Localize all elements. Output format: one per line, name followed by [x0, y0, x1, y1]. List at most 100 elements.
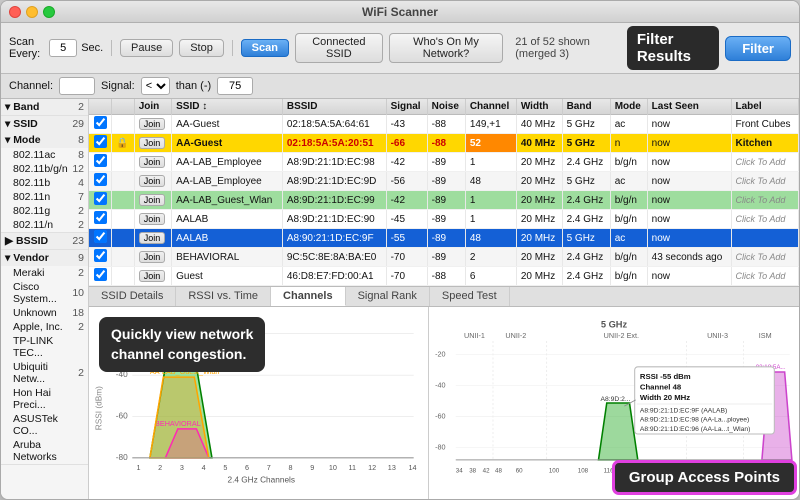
- sidebar-item-honhai[interactable]: Hon Hai Preci...: [1, 386, 88, 412]
- noise-cell: -89: [427, 172, 465, 191]
- tab-rssi-time[interactable]: RSSI vs. Time: [176, 287, 271, 306]
- close-button[interactable]: [9, 6, 21, 18]
- threshold-input[interactable]: [217, 77, 253, 95]
- tab-speed-test[interactable]: Speed Test: [430, 287, 510, 306]
- table-row: Join BEHAVIORAL 9C:5C:8E:8A:BA:E0 -70 -8…: [89, 248, 799, 267]
- lock-cell: [112, 267, 135, 286]
- sidebar-header-vendor[interactable]: ▾ Vendor 9: [1, 250, 88, 266]
- row-checkbox[interactable]: [94, 173, 107, 186]
- join-button[interactable]: Join: [139, 175, 166, 187]
- sidebar-header-mode[interactable]: ▾ Mode 8: [1, 132, 88, 148]
- sidebar-vendor-count: 9: [78, 252, 84, 264]
- connected-ssid-button[interactable]: Connected SSID: [295, 33, 383, 63]
- sidebar-item-80211g[interactable]: 802.11g 2: [1, 204, 88, 218]
- sidebar-header-band[interactable]: ▾ Band 2: [1, 99, 88, 115]
- signal-cell: -42: [386, 153, 427, 172]
- row-checkbox[interactable]: [94, 249, 107, 262]
- row-checkbox[interactable]: [94, 154, 107, 167]
- noise-cell: -89: [427, 191, 465, 210]
- item-count: 18: [72, 307, 84, 319]
- whos-on-button[interactable]: Who's On My Network?: [389, 33, 504, 63]
- ssid-cell: AALAB: [172, 229, 283, 248]
- row-checkbox[interactable]: [94, 230, 107, 243]
- sidebar-item-80211b[interactable]: 802.11b 4: [1, 176, 88, 190]
- tab-signal-rank[interactable]: Signal Rank: [346, 287, 430, 306]
- sidebar-item-aruba[interactable]: Aruba Networks: [1, 438, 88, 464]
- stop-button[interactable]: Stop: [179, 39, 224, 57]
- bssid-cell: 9C:5C:8E:8A:BA:E0: [282, 248, 386, 267]
- tab-ssid-details[interactable]: SSID Details: [89, 287, 176, 306]
- pause-button[interactable]: Pause: [120, 39, 173, 57]
- join-button[interactable]: Join: [139, 118, 166, 130]
- table-row: Join AA-LAB_Guest_Wlan A8:9D:21:1D:EC:99…: [89, 191, 799, 210]
- join-button[interactable]: Join: [139, 213, 166, 225]
- sidebar-item-ubiquiti[interactable]: Ubiquiti Netw... 2: [1, 360, 88, 386]
- minimize-button[interactable]: [26, 6, 38, 18]
- sidebar-mode-count: 8: [78, 134, 84, 146]
- sidebar-header-ssid[interactable]: ▾ SSID 29: [1, 116, 88, 132]
- filter-button[interactable]: Filter: [725, 36, 791, 61]
- lock-cell: [112, 153, 135, 172]
- sidebar-item-tplink[interactable]: TP-LINK TEC...: [1, 334, 88, 360]
- svg-text:UNII-2: UNII-2: [505, 331, 526, 340]
- join-button[interactable]: Join: [139, 251, 166, 263]
- item-count: 10: [72, 287, 84, 299]
- svg-text:-60: -60: [435, 412, 445, 421]
- lastseen-cell: now: [647, 210, 731, 229]
- lock-cell: [112, 191, 135, 210]
- maximize-button[interactable]: [43, 6, 55, 18]
- label-cell: Click To Add: [731, 248, 799, 267]
- app-window: WiFi Scanner Scan Every: Sec. Pause Stop…: [0, 0, 800, 500]
- sidebar-header-bssid[interactable]: ▶ BSSID 23: [1, 233, 88, 249]
- scan-button[interactable]: Scan: [241, 39, 289, 57]
- sec-label: Sec.: [81, 42, 103, 54]
- sidebar-item-asus[interactable]: ASUSTek CO...: [1, 412, 88, 438]
- lastseen-cell: now: [647, 229, 731, 248]
- width-cell: 20 MHz: [516, 210, 562, 229]
- width-cell: 20 MHz: [516, 153, 562, 172]
- lastseen-cell: 43 seconds ago: [647, 248, 731, 267]
- tab-channels[interactable]: Channels: [271, 287, 346, 306]
- channel-input[interactable]: [59, 77, 95, 95]
- signal-cell: -45: [386, 210, 427, 229]
- signal-select[interactable]: < >: [141, 77, 170, 95]
- join-button[interactable]: Join: [139, 270, 166, 282]
- sidebar-item-meraki[interactable]: Meraki 2: [1, 266, 88, 280]
- row-checkbox[interactable]: [94, 211, 107, 224]
- signal-cell: -55: [386, 229, 427, 248]
- svg-text:-40: -40: [435, 380, 445, 389]
- sidebar-item-80211an[interactable]: 802.11/n 2: [1, 218, 88, 232]
- row-checkbox[interactable]: [94, 135, 107, 148]
- table-row: Join AA-LAB_Employee A8:9D:21:1D:EC:98 -…: [89, 153, 799, 172]
- col-mode: Mode: [610, 99, 647, 115]
- traffic-lights: [9, 6, 55, 18]
- sidebar-item-cisco[interactable]: Cisco System... 10: [1, 280, 88, 306]
- signal-cell: -70: [386, 248, 427, 267]
- signal-cell: -70: [386, 267, 427, 286]
- sidebar-item-80211n[interactable]: 802.11n 7: [1, 190, 88, 204]
- separator-2: [232, 40, 233, 56]
- title-bar: WiFi Scanner: [1, 1, 799, 23]
- join-button[interactable]: Join: [139, 194, 166, 206]
- svg-text:4: 4: [202, 463, 206, 472]
- sidebar-item-apple[interactable]: Apple, Inc. 2: [1, 320, 88, 334]
- row-checkbox[interactable]: [94, 268, 107, 281]
- mode-cell: b/g/n: [610, 210, 647, 229]
- join-button[interactable]: Join: [139, 137, 166, 149]
- bssid-cell: 46:D8:E7:FD:00:A1: [282, 267, 386, 286]
- sidebar-item-80211bgn[interactable]: 802.11b/g/n 12: [1, 162, 88, 176]
- sidebar-item-80211ac[interactable]: 802.11ac 8: [1, 148, 88, 162]
- join-button[interactable]: Join: [139, 232, 166, 244]
- row-checkbox[interactable]: [94, 192, 107, 205]
- svg-text:9: 9: [310, 463, 314, 472]
- bssid-cell: A8:9D:21:1D:EC:98: [282, 153, 386, 172]
- bssid-cell: A8:9D:21:1D:EC:9D: [282, 172, 386, 191]
- sidebar-item-unknown[interactable]: Unknown 18: [1, 306, 88, 320]
- join-button[interactable]: Join: [139, 156, 166, 168]
- sidebar-band-count: 2: [78, 101, 84, 113]
- scan-every-input[interactable]: [49, 39, 77, 57]
- lastseen-cell: now: [647, 153, 731, 172]
- svg-text:42: 42: [483, 467, 490, 474]
- row-checkbox[interactable]: [94, 116, 107, 129]
- col-noise: Noise: [427, 99, 465, 115]
